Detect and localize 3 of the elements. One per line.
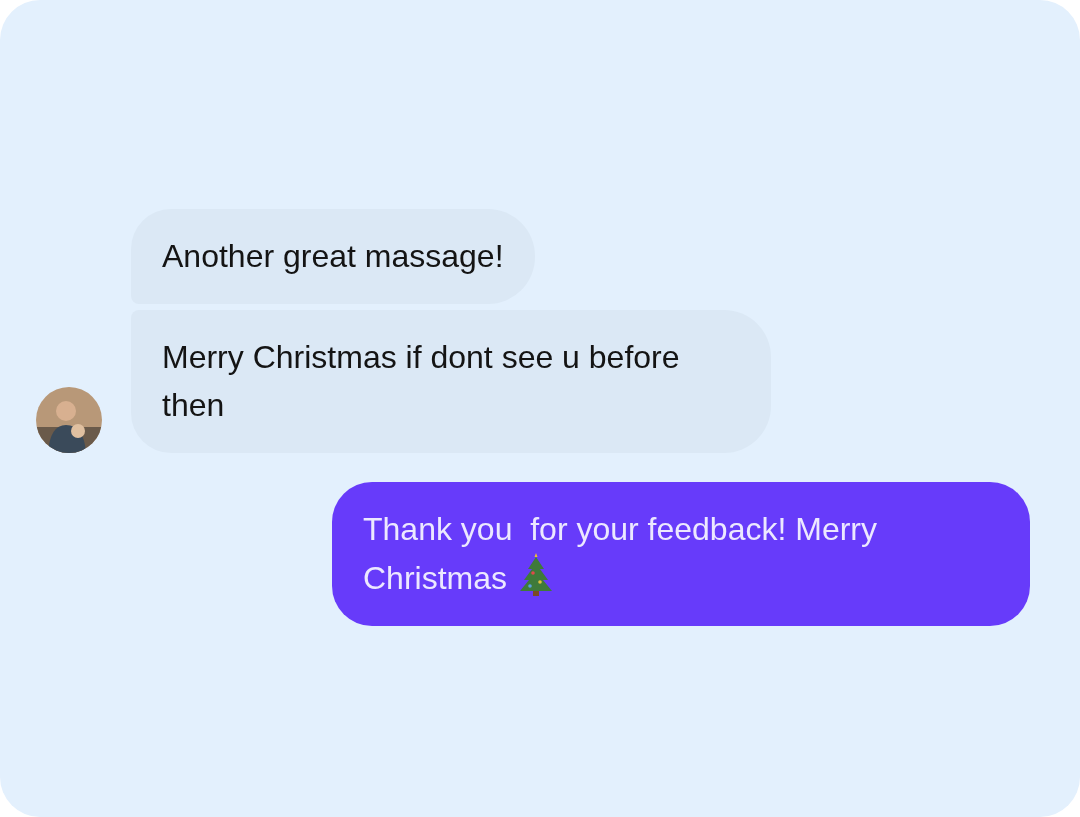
received-message: Another great massage! xyxy=(131,209,535,304)
sent-message: Thank you for your feedback! Merry Christmas xyxy=(332,482,1030,626)
received-message: Merry Christmas if dont see u before then xyxy=(131,310,771,453)
